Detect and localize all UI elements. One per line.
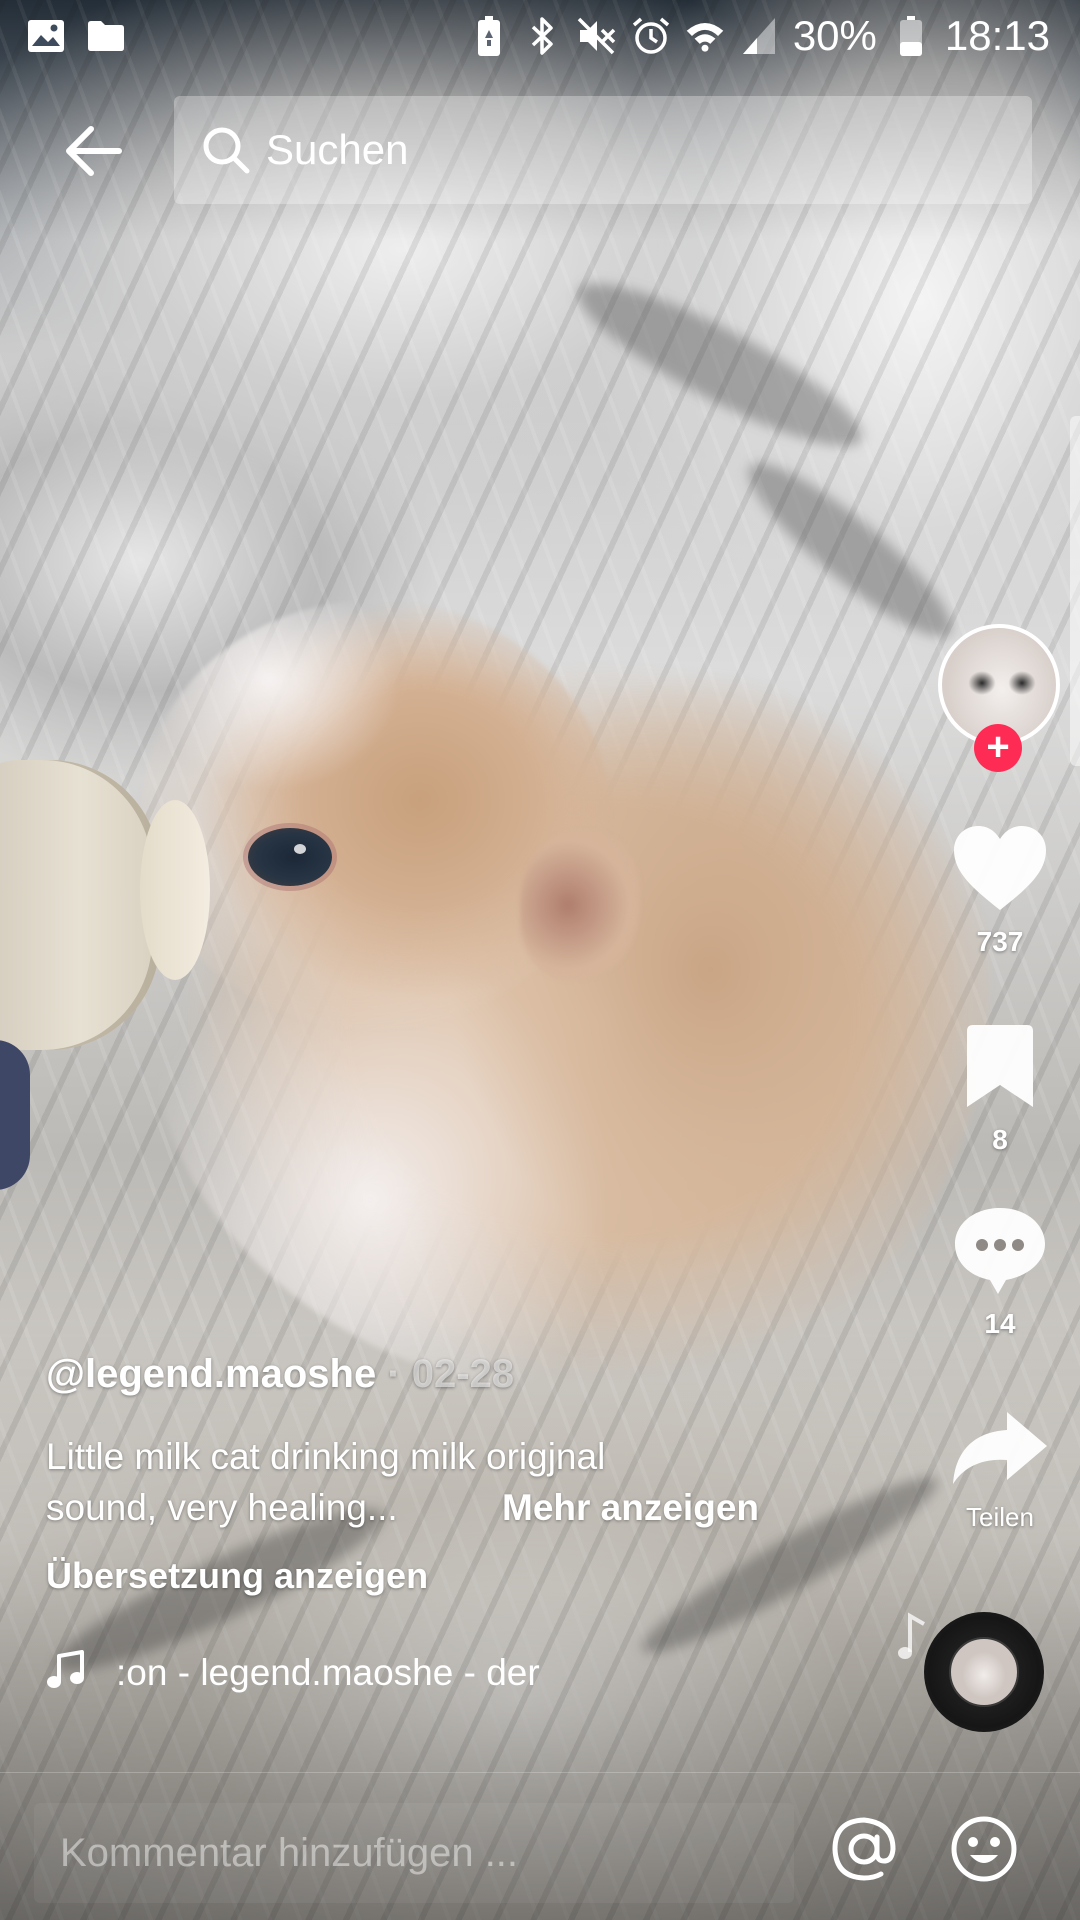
back-button[interactable]	[58, 118, 128, 184]
signal-icon	[739, 16, 779, 56]
comment-bubble-icon	[950, 1200, 1050, 1300]
comment-count: 14	[984, 1308, 1016, 1339]
like-button[interactable]: 737	[920, 818, 1080, 958]
search-input[interactable]: Suchen	[174, 96, 1032, 204]
music-note-icon	[898, 1612, 926, 1667]
folder-icon	[86, 16, 126, 56]
video-screen: 30% 18:13 Suchen + 737 8 14 Teilen @lege…	[0, 0, 1080, 1920]
bottle-teat-image	[140, 800, 210, 980]
battery-percent: 30%	[792, 12, 877, 59]
share-button[interactable]: Teilen	[920, 1398, 1080, 1533]
milk-bottle-image	[0, 760, 160, 1050]
author-username[interactable]: @legend.maoshe	[46, 1352, 376, 1396]
alarm-icon	[631, 16, 671, 56]
at-sign-icon	[832, 1817, 896, 1881]
like-count: 737	[976, 926, 1024, 957]
author-line: @legend.maoshe · 02-28	[46, 1352, 826, 1397]
mention-button[interactable]	[830, 1815, 898, 1883]
comment-bar: Kommentar hinzufügen ...	[0, 1772, 1080, 1920]
search-placeholder: Suchen	[266, 126, 409, 173]
search-icon	[198, 122, 254, 178]
post-date: 02-28	[411, 1352, 515, 1396]
music-note-icon	[46, 1650, 86, 1695]
video-description: Little milk cat drinking milk origjnal s…	[46, 1431, 826, 1533]
sound-title: :on - legend.maoshe - der	[116, 1651, 540, 1693]
kitten-eye-image	[248, 828, 332, 886]
follow-button[interactable]: +	[974, 724, 1022, 772]
bookmark-count: 8	[992, 1124, 1008, 1155]
smiley-icon	[951, 1816, 1017, 1882]
arrow-left-icon	[66, 126, 122, 176]
image-icon	[26, 16, 66, 56]
comment-placeholder: Kommentar hinzufügen ...	[60, 1830, 519, 1875]
comment-input[interactable]: Kommentar hinzufügen ...	[34, 1803, 794, 1903]
share-arrow-icon	[950, 1398, 1050, 1498]
sound-disc-button[interactable]	[924, 1612, 1044, 1732]
sound-info[interactable]: :on - legend.maoshe - der	[46, 1650, 540, 1695]
share-label: Teilen	[966, 1502, 1034, 1532]
video-caption: @legend.maoshe · 02-28 Little milk cat d…	[46, 1352, 826, 1597]
sound-cover-image	[949, 1637, 1019, 1707]
bookmark-icon	[950, 1016, 1050, 1116]
battery-saver-icon	[469, 16, 509, 56]
bookmark-button[interactable]: 8	[920, 1016, 1080, 1156]
comment-button[interactable]: 14	[920, 1200, 1080, 1340]
date-separator: ·	[376, 1352, 412, 1396]
description-line-1: Little milk cat drinking milk origjnal	[46, 1436, 606, 1477]
bluetooth-icon	[523, 16, 563, 56]
heart-icon	[950, 818, 1050, 918]
status-bar: 30% 18:13	[0, 0, 1080, 72]
translate-link[interactable]: Übersetzung anzeigen	[46, 1555, 826, 1597]
show-more-link[interactable]: Mehr anzeigen	[502, 1482, 759, 1533]
kitten-ear-image	[520, 830, 640, 980]
wifi-icon	[685, 16, 725, 56]
emoji-button[interactable]	[950, 1815, 1018, 1883]
mute-icon	[577, 16, 617, 56]
creator-avatar-group: +	[920, 624, 1080, 774]
glove-image	[0, 1040, 30, 1190]
